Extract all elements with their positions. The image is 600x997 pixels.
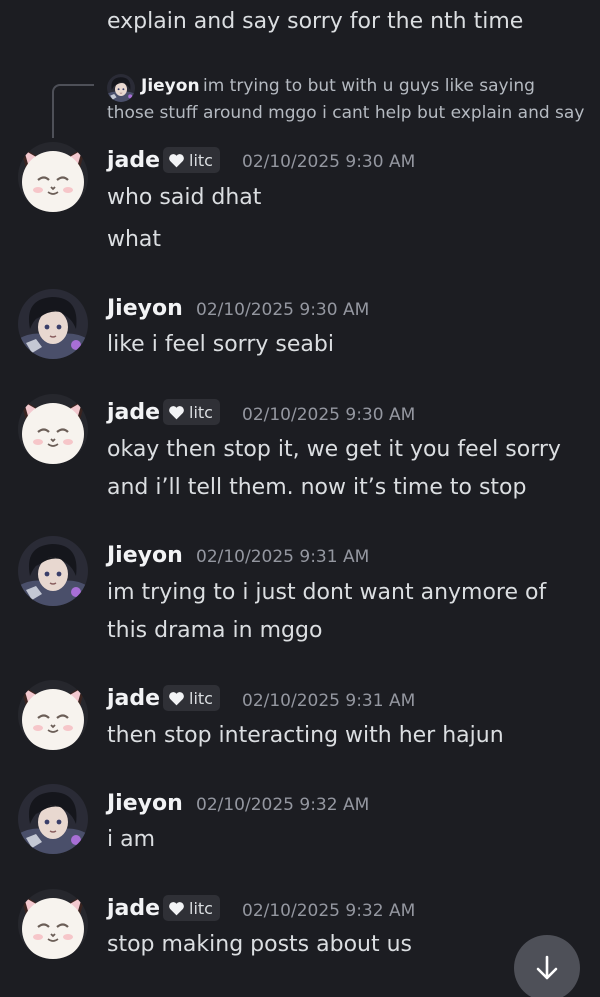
- message-author[interactable]: jade: [107, 686, 160, 711]
- white-cat-avatar-icon: [18, 680, 88, 750]
- chat-log: explain and say sorry for the nth time J…: [0, 0, 600, 997]
- message-text: this drama in mggo: [107, 618, 323, 643]
- message-text: what: [107, 227, 162, 252]
- white-cat-avatar-icon: [18, 394, 88, 464]
- reply-preview-line-1[interactable]: im trying to but with u guys like saying: [203, 76, 535, 96]
- role-tag[interactable]: litc: [163, 685, 220, 711]
- timestamp: 02/10/2025 9:32 AM: [242, 901, 416, 921]
- timestamp: 02/10/2025 9:30 AM: [242, 152, 416, 172]
- scroll-to-bottom-button[interactable]: [514, 935, 580, 997]
- message-author[interactable]: jade: [107, 148, 160, 173]
- arrow-down-icon: [536, 955, 558, 980]
- timestamp: 02/10/2025 9:30 AM: [242, 405, 416, 425]
- person-avatar-icon: [18, 289, 88, 359]
- reply-connector: [52, 84, 94, 138]
- timestamp: 02/10/2025 9:32 AM: [196, 795, 370, 815]
- reply-preview-line-2[interactable]: those stuff around mggo i cant help but …: [107, 103, 584, 123]
- message-text: then stop interacting with her hajun: [107, 723, 504, 748]
- role-tag-label: litc: [189, 688, 213, 708]
- reply-avatar[interactable]: [107, 74, 135, 102]
- reply-author[interactable]: Jieyon: [141, 76, 200, 96]
- message-text: and i’ll tell them. now it’s time to sto…: [107, 475, 527, 500]
- role-tag[interactable]: litc: [163, 399, 220, 425]
- heart-icon: [169, 405, 184, 419]
- white-cat-avatar-icon: [18, 889, 88, 959]
- message-text: who said dhat: [107, 185, 262, 210]
- message-text: okay then stop it, we get it you feel so…: [107, 437, 561, 462]
- avatar[interactable]: [18, 394, 88, 464]
- message-text: im trying to i just dont want anymore of: [107, 580, 547, 605]
- message-author[interactable]: jade: [107, 896, 160, 921]
- message-author[interactable]: Jieyon: [107, 296, 183, 321]
- heart-icon: [169, 901, 184, 915]
- avatar[interactable]: [18, 889, 88, 959]
- heart-icon: [169, 691, 184, 705]
- message-author[interactable]: Jieyon: [107, 791, 183, 816]
- person-avatar-icon: [18, 536, 88, 606]
- previous-message-text: explain and say sorry for the nth time: [107, 9, 524, 34]
- heart-icon: [169, 153, 184, 167]
- role-tag[interactable]: litc: [163, 147, 220, 173]
- message-author[interactable]: jade: [107, 400, 160, 425]
- message-author[interactable]: Jieyon: [107, 543, 183, 568]
- message-text: i am: [107, 827, 156, 852]
- person-avatar-icon: [18, 784, 88, 854]
- white-cat-avatar-icon: [18, 142, 88, 212]
- avatar[interactable]: [18, 784, 88, 854]
- avatar[interactable]: [18, 289, 88, 359]
- avatar[interactable]: [18, 142, 88, 212]
- role-tag-label: litc: [189, 898, 213, 918]
- timestamp: 02/10/2025 9:31 AM: [196, 547, 370, 567]
- avatar[interactable]: [18, 680, 88, 750]
- role-tag[interactable]: litc: [163, 895, 220, 921]
- message-text: stop making posts about us: [107, 932, 413, 957]
- timestamp: 02/10/2025 9:30 AM: [196, 300, 370, 320]
- role-tag-label: litc: [189, 402, 213, 422]
- role-tag-label: litc: [189, 150, 213, 170]
- person-avatar-icon: [107, 74, 135, 102]
- timestamp: 02/10/2025 9:31 AM: [242, 691, 416, 711]
- avatar[interactable]: [18, 536, 88, 606]
- message-text: like i feel sorry seabi: [107, 332, 334, 357]
